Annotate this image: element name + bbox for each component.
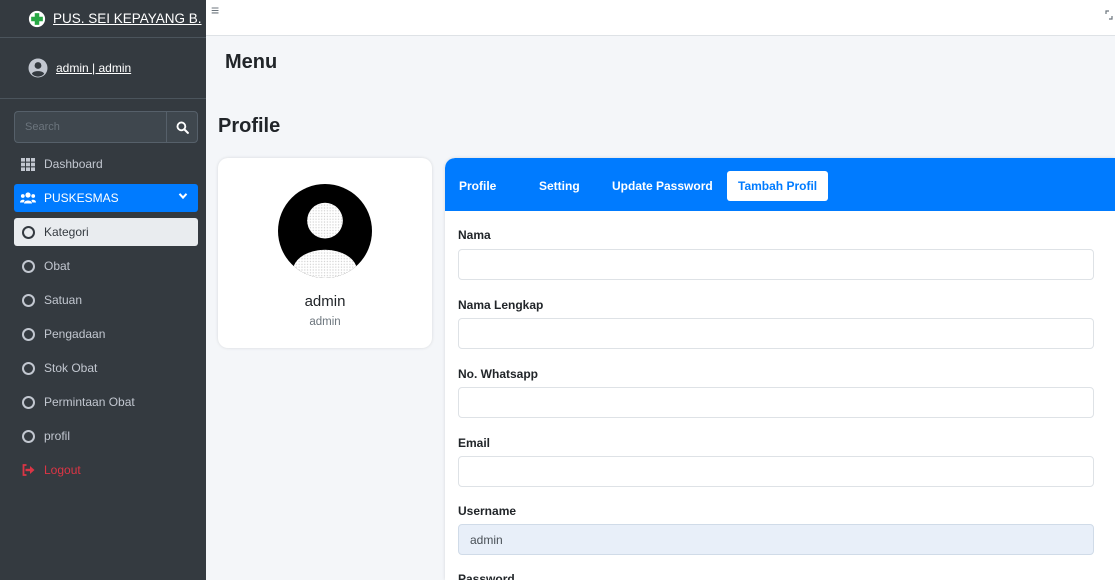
circle-icon (20, 394, 36, 410)
sign-out-icon (20, 462, 36, 478)
username-label: Username (458, 504, 517, 518)
profile-summary-card: admin admin (218, 158, 432, 348)
brand-link[interactable]: PUS. SEI KEPAYANG B. (0, 0, 206, 38)
nama-lengkap-input[interactable] (458, 318, 1094, 349)
circle-icon (20, 292, 36, 308)
sidebar-item-dashboard[interactable]: Dashboard (14, 150, 198, 178)
menu-heading: Menu (225, 51, 278, 73)
email-label: Email (458, 436, 491, 450)
username-input[interactable] (458, 524, 1094, 555)
circle-icon (20, 224, 36, 240)
sidebar-item-label: Logout (44, 463, 81, 477)
medical-cross-icon (28, 10, 46, 27)
sidebar-search (14, 111, 198, 143)
avatar-user-icon (278, 184, 372, 278)
sidebar-item-label: Satuan (44, 293, 83, 307)
user-panel[interactable]: admin | admin (0, 38, 206, 99)
sidebar-item-label: Kategori (44, 225, 89, 239)
circle-icon (20, 326, 36, 342)
user-circle-icon (28, 58, 48, 78)
user-name-link[interactable]: admin | admin (56, 61, 131, 75)
circle-icon (20, 258, 36, 274)
tab-profile[interactable]: Profile (459, 171, 496, 201)
search-icon (176, 121, 189, 134)
sidebar-item-label: Pengadaan (44, 327, 106, 341)
search-input[interactable] (14, 111, 166, 143)
grid-icon (20, 156, 36, 172)
users-icon (20, 190, 36, 206)
circle-icon (20, 360, 36, 376)
profile-form-card: Profile Setting Update Password Tambah P… (445, 158, 1115, 580)
profile-name: admin (304, 293, 346, 310)
sidebar-item-satuan[interactable]: Satuan (14, 286, 198, 314)
sidebar: PUS. SEI KEPAYANG B. admin | admin Searc… (0, 0, 206, 580)
tab-bar: Profile Setting Update Password Tambah P… (445, 158, 1115, 211)
profile-username: admin (309, 316, 341, 328)
profile-heading: Profile (218, 115, 281, 137)
sidebar-item-label: Stok Obat (44, 361, 98, 375)
sidebar-item-logout[interactable]: Logout (14, 456, 198, 484)
sidebar-item-profil[interactable]: profil (14, 422, 198, 450)
sidebar-item-label: Obat (44, 259, 71, 273)
email-input[interactable] (458, 456, 1094, 487)
sidebar-item-puskesmas[interactable]: PUSKESMAS (14, 184, 198, 212)
nama-lengkap-label: Nama Lengkap (458, 298, 544, 312)
sidebar-nav: Dashboard PUSKESMAS Kategori Obat Satuan… (14, 150, 198, 490)
brand-text: PUS. SEI KEPAYANG B. (53, 11, 202, 26)
top-navbar: ≡ (206, 0, 1115, 36)
sidebar-item-stok-obat[interactable]: Stok Obat (14, 354, 198, 382)
circle-icon (20, 428, 36, 444)
tab-setting[interactable]: Setting (539, 171, 580, 201)
password-label: Password (458, 572, 515, 580)
tab-update-password[interactable]: Update Password (612, 171, 713, 201)
fullscreen-icon[interactable] (1105, 10, 1113, 20)
sidebar-item-label: Dashboard (44, 157, 103, 171)
sidebar-item-label: PUSKESMAS (44, 191, 119, 205)
sidebar-item-label: profil (44, 429, 71, 443)
tab-tambah-profil[interactable]: Tambah Profil (727, 171, 829, 201)
whatsapp-input[interactable] (458, 387, 1094, 418)
search-button[interactable] (166, 111, 198, 143)
nama-label: Nama (458, 228, 491, 242)
nama-input[interactable] (458, 249, 1094, 280)
chevron-down-icon (178, 193, 188, 200)
sidebar-item-kategori[interactable]: Kategori (14, 218, 198, 246)
sidebar-item-permintaan-obat[interactable]: Permintaan Obat (14, 388, 198, 416)
sidebar-item-pengadaan[interactable]: Pengadaan (14, 320, 198, 348)
sidebar-item-label: Permintaan Obat (44, 395, 135, 409)
sidebar-item-obat[interactable]: Obat (14, 252, 198, 280)
whatsapp-label: No. Whatsapp (458, 367, 538, 381)
